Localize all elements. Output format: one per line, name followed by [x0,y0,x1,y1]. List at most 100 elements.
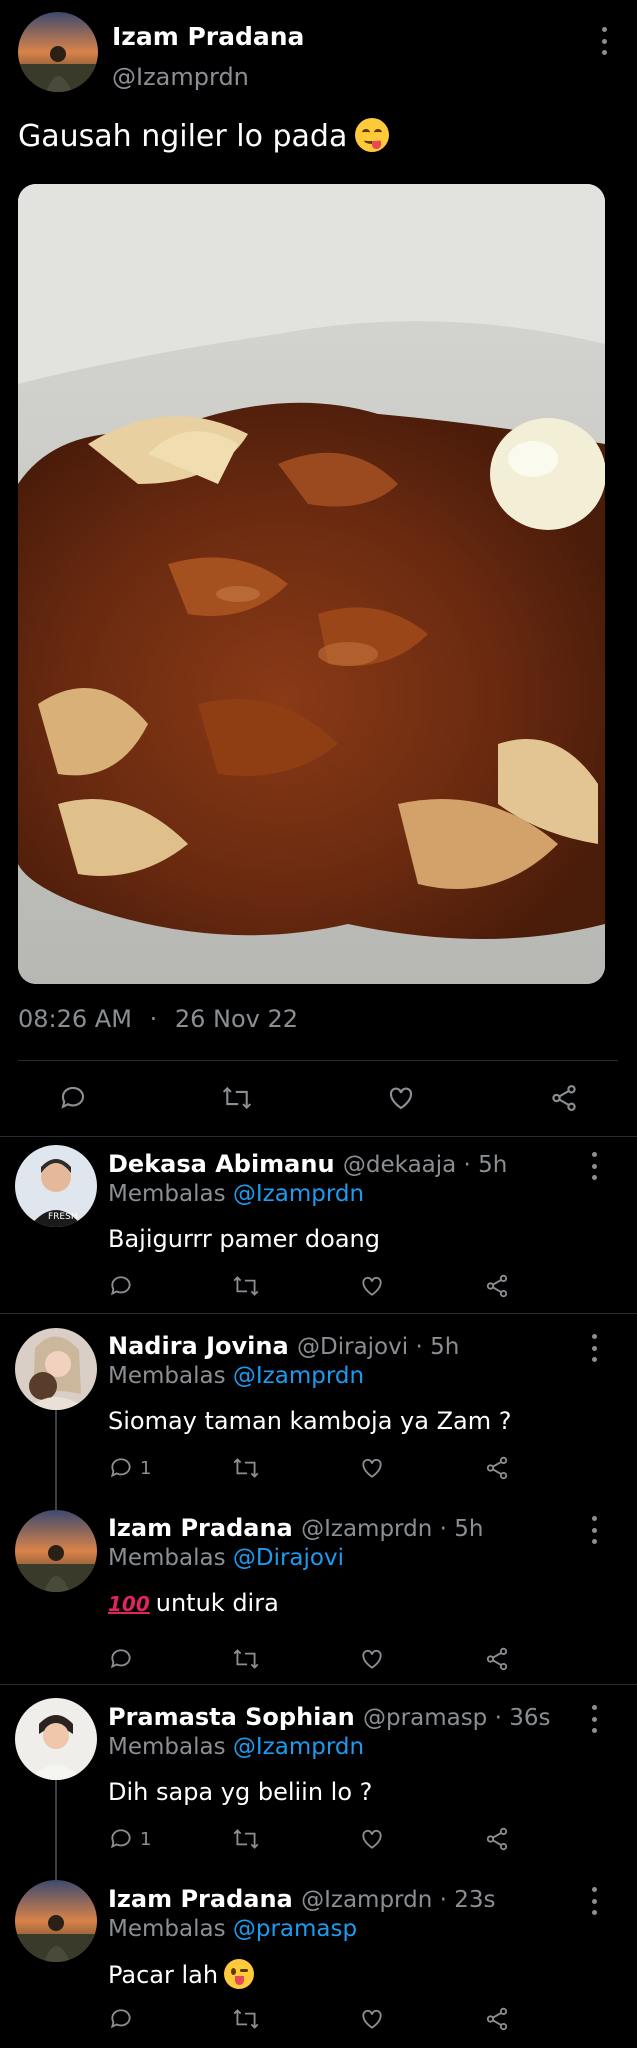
reply-button[interactable] [108,1646,140,1672]
mention-link[interactable]: @Izamprdn [233,1181,364,1207]
divider [0,1313,637,1314]
reply-icon [110,1829,131,1849]
like-button[interactable] [359,1646,385,1672]
like-icon [362,1276,382,1296]
reply-text: 100 untuk dira [108,1589,279,1617]
tweet-header: Izam Pradana @Izamprdn [0,0,637,110]
thread-connector [55,1780,57,1880]
share-button[interactable] [484,1826,510,1852]
retweet-button[interactable] [231,2006,261,2032]
reply-avatar[interactable]: FRESH [15,1145,97,1227]
retweet-button[interactable] [231,1455,261,1481]
replying-to: Membalas @Izamprdn [108,1181,364,1207]
replying-to: Membalas @Izamprdn [108,1734,364,1760]
winking-tongue-emoji-icon [224,1959,255,1989]
more-options-icon[interactable] [594,27,614,55]
reply-author[interactable]: Dekasa Abimanu @dekaaja · 5h [108,1150,507,1178]
reply-author-name: Dekasa Abimanu [108,1150,335,1178]
reply-text: Pacar lah [108,1959,255,1989]
like-button[interactable] [359,1455,385,1481]
share-icon [486,1274,508,1298]
reply-icon [110,1649,131,1669]
reply-author-name: Pramasta Sophian [108,1703,355,1731]
reply-text: Dih sapa yg beliin lo ? [108,1778,373,1806]
more-options-icon[interactable] [584,1334,604,1362]
tweet-date: 26 Nov 22 [174,1005,299,1033]
share-icon [486,1647,508,1671]
author-handle[interactable]: @Izamprdn [112,63,249,91]
author-name[interactable]: Izam Pradana [112,22,304,51]
reply-author[interactable]: Pramasta Sophian @pramasp · 36s [108,1703,550,1731]
like-button[interactable] [359,2006,385,2032]
like-icon [362,2009,382,2029]
share-button[interactable] [484,1273,510,1299]
author-avatar[interactable] [18,12,98,92]
share-icon [552,1085,576,1111]
mention-link[interactable]: @Dirajovi [233,1545,344,1571]
reply-text: Siomay taman kamboja ya Zam ? [108,1407,512,1435]
replying-to: Membalas @pramasp [108,1916,357,1942]
divider [0,1684,637,1685]
retweet-icon [233,1458,259,1478]
more-options-icon[interactable] [584,1516,604,1544]
like-icon [389,1087,413,1110]
reply-icon [110,2009,131,2029]
reply-count: 1 [140,1828,152,1850]
tweet-photo[interactable] [18,184,605,984]
more-options-icon[interactable] [584,1887,604,1915]
share-button[interactable] [484,1455,510,1481]
retweet-icon [233,1649,259,1669]
share-button[interactable] [549,1083,579,1113]
like-button[interactable] [359,1273,385,1299]
reply-avatar[interactable] [15,1698,97,1780]
reply-text-body: Pacar lah [108,1961,219,1989]
retweet-icon [233,1829,259,1849]
tweet-timestamp[interactable]: 08:26 AM · 26 Nov 22 [18,1005,298,1033]
replying-prefix: Membalas [108,1545,226,1571]
retweet-icon [222,1086,252,1110]
reply-text-body: untuk dira [155,1589,279,1617]
share-button[interactable] [484,1646,510,1672]
reply-author-handle: @Dirajovi · 5h [297,1334,460,1360]
reply-avatar[interactable] [15,1880,97,1962]
reply-button[interactable]: 1 [108,1826,151,1852]
retweet-button[interactable] [231,1826,261,1852]
mention-link[interactable]: @pramasp [233,1916,357,1942]
reply-author[interactable]: Nadira Jovina @Dirajovi · 5h [108,1332,459,1360]
retweet-button[interactable] [231,1646,261,1672]
reply-author[interactable]: Izam Pradana @Izamprdn · 23s [108,1885,495,1913]
share-icon [486,1456,508,1480]
reply-author-handle: @pramasp · 36s [363,1705,551,1731]
reply-avatar[interactable] [15,1510,97,1592]
reply-button[interactable] [108,1273,140,1299]
more-options-icon[interactable] [584,1152,604,1180]
replying-to: Membalas @Izamprdn [108,1363,364,1389]
meta-dot: · [149,1005,158,1033]
tweet-text-body: Gausah ngiler lo pada [18,119,348,154]
retweet-button[interactable] [231,1273,261,1299]
replying-to: Membalas @Dirajovi [108,1545,344,1571]
like-button[interactable] [359,1826,385,1852]
svg-text:FRESH: FRESH [48,1212,78,1222]
yum-face-emoji-icon [355,118,390,152]
share-button[interactable] [484,2006,510,2032]
like-button[interactable] [386,1083,416,1113]
reply-button[interactable]: 1 [108,1455,151,1481]
reply-author-handle: @dekaaja · 5h [342,1152,508,1178]
reply-author-handle: @Izamprdn · 23s [301,1887,496,1913]
mention-link[interactable]: @Izamprdn [233,1734,364,1760]
reply-avatar[interactable] [15,1328,97,1410]
more-options-icon[interactable] [584,1705,604,1733]
like-icon [362,1649,382,1669]
reply-author-name: Izam Pradana [108,1885,293,1913]
like-icon [362,1829,382,1849]
retweet-button[interactable] [220,1083,254,1113]
reply-button[interactable] [108,2006,140,2032]
retweet-icon [233,2009,259,2029]
mention-link[interactable]: @Izamprdn [233,1363,364,1389]
reply-author[interactable]: Izam Pradana @Izamprdn · 5h [108,1514,483,1542]
reply-author-handle: @Izamprdn · 5h [301,1516,484,1542]
reply-button[interactable] [58,1083,88,1113]
reply-author-name: Nadira Jovina [108,1332,289,1360]
reply-count: 1 [140,1457,152,1479]
